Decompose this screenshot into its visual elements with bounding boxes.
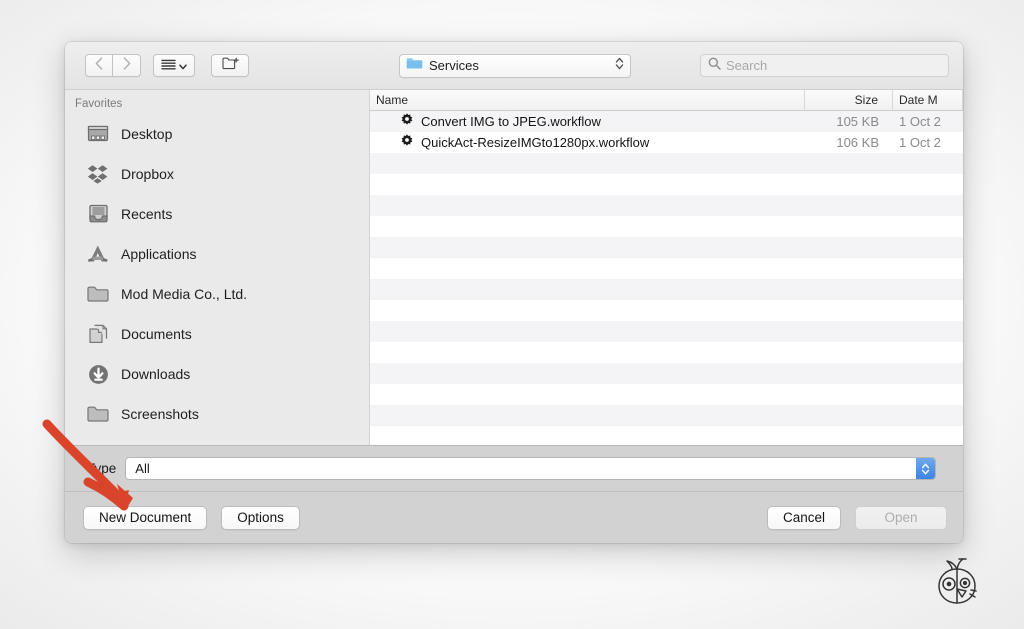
downloads-icon [87, 363, 109, 385]
sidebar-group-title: Favorites [65, 98, 369, 114]
column-header-date-modified[interactable]: Date M [893, 90, 963, 110]
sidebar-item-downloads[interactable]: Downloads [65, 354, 369, 394]
file-date-cell: 1 Oct 2 [893, 114, 963, 129]
sidebar-item-recents[interactable]: Recents [65, 194, 369, 234]
updown-chevrons-icon [615, 56, 624, 76]
cancel-button[interactable]: Cancel [767, 506, 841, 530]
gear-icon [400, 113, 414, 130]
sidebar-item-dropbox[interactable]: Dropbox [65, 154, 369, 194]
open-file-dialog: Services Search Favorites [65, 42, 963, 543]
column-header-size[interactable]: Size [805, 90, 893, 110]
type-filter-row: Type All [65, 445, 963, 491]
file-date-cell: 1 Oct 2 [893, 135, 963, 150]
empty-row [370, 300, 963, 321]
new-folder-button[interactable] [211, 54, 249, 77]
list-view-icon [161, 57, 176, 75]
dialog-toolbar: Services Search [65, 42, 963, 90]
applications-icon [87, 243, 109, 265]
sidebar-item-label: Recents [121, 206, 172, 222]
chevron-right-icon [123, 57, 131, 75]
sidebar-item-documents[interactable]: Documents [65, 314, 369, 354]
file-name-label: QuickAct-ResizeIMGto1280px.workflow [421, 135, 649, 150]
empty-row [370, 321, 963, 342]
empty-row [370, 426, 963, 445]
empty-row [370, 405, 963, 426]
dropbox-icon [87, 163, 109, 185]
file-list-header: Name Size Date M [370, 90, 963, 111]
empty-row [370, 342, 963, 363]
empty-row [370, 174, 963, 195]
file-list-pane: Name Size Date M Convert IMG to JPEG.wor… [370, 90, 963, 445]
search-input[interactable]: Search [700, 54, 949, 77]
documents-icon [87, 323, 109, 345]
file-size-cell: 105 KB [805, 114, 893, 129]
file-name-cell: Convert IMG to JPEG.workflow [370, 113, 805, 130]
sidebar: Favorites Desktop [65, 90, 370, 445]
path-popup-label: Services [429, 58, 615, 73]
recents-icon [87, 203, 109, 225]
updown-chevrons-icon[interactable] [916, 458, 935, 479]
file-name-cell: QuickAct-ResizeIMGto1280px.workflow [370, 134, 805, 151]
path-popup-button[interactable]: Services [399, 54, 631, 78]
table-row[interactable]: QuickAct-ResizeIMGto1280px.workflow 106 … [370, 132, 963, 153]
folder-icon [87, 283, 109, 305]
dialog-body: Favorites Desktop [65, 90, 963, 445]
view-mode-button[interactable] [153, 54, 195, 77]
file-name-label: Convert IMG to JPEG.workflow [421, 114, 601, 129]
sidebar-item-screenshots[interactable]: Screenshots [65, 394, 369, 434]
type-filter-value: All [135, 461, 149, 476]
search-placeholder: Search [726, 58, 767, 73]
empty-row [370, 279, 963, 300]
sidebar-item-label: Applications [121, 246, 197, 262]
empty-row [370, 195, 963, 216]
new-folder-icon [222, 56, 239, 75]
gear-icon [400, 134, 414, 151]
sidebar-item-label: Documents [121, 326, 192, 342]
empty-row [370, 153, 963, 174]
bird-mascot-logo [926, 553, 988, 615]
table-row[interactable]: Convert IMG to JPEG.workflow 105 KB 1 Oc… [370, 111, 963, 132]
type-filter-label: Type [87, 461, 116, 476]
sidebar-item-applications[interactable]: Applications [65, 234, 369, 274]
sidebar-item-label: Mod Media Co., Ltd. [121, 286, 247, 302]
sidebar-item-label: Screenshots [121, 406, 199, 422]
empty-row [370, 384, 963, 405]
empty-row [370, 363, 963, 384]
sidebar-item-label: Dropbox [121, 166, 174, 182]
empty-row [370, 237, 963, 258]
dialog-button-bar: New Document Options Cancel Open [65, 491, 963, 543]
empty-row [370, 216, 963, 237]
forward-button[interactable] [113, 54, 141, 77]
chevron-down-icon [179, 57, 187, 75]
sidebar-item-desktop[interactable]: Desktop [65, 114, 369, 154]
desktop-icon [87, 123, 109, 145]
empty-row [370, 258, 963, 279]
options-button[interactable]: Options [221, 506, 300, 530]
open-button[interactable]: Open [855, 506, 947, 530]
sidebar-item-mod-media-co-ltd[interactable]: Mod Media Co., Ltd. [65, 274, 369, 314]
navigation-buttons [85, 54, 141, 77]
folder-icon [87, 403, 109, 425]
new-document-button[interactable]: New Document [83, 506, 207, 530]
file-size-cell: 106 KB [805, 135, 893, 150]
sidebar-item-label: Downloads [121, 366, 190, 382]
sidebar-item-label: Desktop [121, 126, 172, 142]
chevron-left-icon [95, 57, 103, 75]
folder-icon [406, 56, 423, 75]
type-filter-popup[interactable]: All [125, 457, 936, 480]
back-button[interactable] [85, 54, 113, 77]
column-header-name[interactable]: Name [370, 90, 805, 110]
search-icon [708, 57, 721, 75]
file-list-rows: Convert IMG to JPEG.workflow 105 KB 1 Oc… [370, 111, 963, 445]
